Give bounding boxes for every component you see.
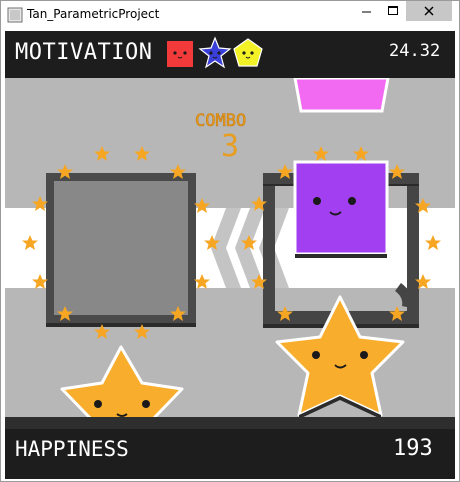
game-canvas[interactable]: MOTIVATION 24.32 COMBO 3 HAPPINESS 193 bbox=[5, 31, 455, 479]
left-hole-frame bbox=[46, 173, 196, 327]
minimize-button[interactable] bbox=[353, 1, 380, 21]
combo-label: COMBO bbox=[195, 111, 247, 132]
maximize-button[interactable] bbox=[380, 1, 406, 21]
close-button[interactable] bbox=[406, 1, 452, 21]
purple-eye-left bbox=[313, 197, 321, 205]
title-bar[interactable]: Tan_ParametricProject bbox=[1, 1, 459, 31]
motivation-label: MOTIVATION bbox=[15, 40, 153, 65]
window-title: Tan_ParametricProject bbox=[27, 7, 160, 21]
timer-readout: 24.32 bbox=[389, 41, 441, 61]
pink-character bbox=[293, 76, 390, 113]
star-character-left bbox=[60, 345, 184, 421]
purple-character bbox=[293, 160, 389, 256]
bottom-hud-edge bbox=[5, 417, 455, 429]
yellow-pentagon-indicator-icon bbox=[233, 38, 263, 67]
score-readout: 193 bbox=[393, 436, 433, 461]
purple-eye-right bbox=[348, 197, 356, 205]
blue-star-indicator-icon bbox=[198, 36, 232, 69]
app-icon bbox=[7, 7, 23, 23]
game-scene bbox=[5, 31, 455, 421]
app-window: Tan_ParametricProject MOTIVATION 24.32 C… bbox=[0, 0, 460, 482]
red-square-indicator-icon bbox=[167, 41, 193, 67]
combo-count: 3 bbox=[221, 129, 240, 164]
top-hud: MOTIVATION 24.32 bbox=[5, 31, 455, 78]
happiness-label: HAPPINESS bbox=[15, 437, 129, 461]
